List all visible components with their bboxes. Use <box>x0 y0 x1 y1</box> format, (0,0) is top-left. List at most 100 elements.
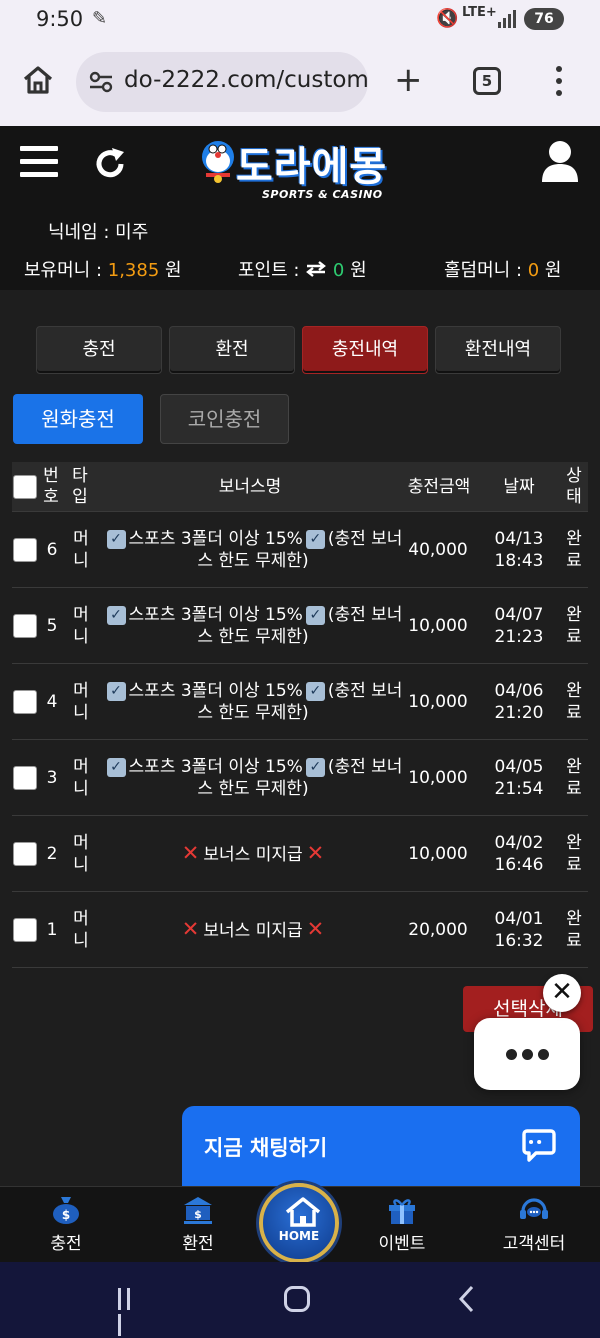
close-icon[interactable]: ✕ <box>543 974 581 1012</box>
site-logo[interactable]: 도라에몽 SPORTS & CASINO <box>196 134 406 204</box>
cross-mark-emoji: ✕ <box>181 841 200 865</box>
nav-withdraw-label: 환전 <box>182 1234 214 1254</box>
brand-name: 도라에몽 <box>236 144 388 190</box>
address-bar[interactable]: do-2222.com/custom <box>76 52 368 112</box>
row-date: 04/05 21:54 <box>478 740 560 816</box>
swap-arrows-icon[interactable] <box>305 261 327 277</box>
check-box-emoji: ✓ <box>305 529 325 549</box>
row-bonus: ✓ 스포츠 3폴더 이상 15% ✓ (충전 보너스 한도 무제한) <box>98 588 408 664</box>
row-no: 4 <box>46 692 58 712</box>
row-status: 완료 <box>566 757 582 799</box>
row-bonus: ✕ 보너스 미지급 ✕ <box>98 816 408 892</box>
row-status: 완료 <box>566 909 582 951</box>
row-no: 6 <box>46 540 58 560</box>
row-bonus: ✓ 스포츠 3폴더 이상 15% ✓ (충전 보너스 한도 무제한) <box>98 740 408 816</box>
notification-icon: ✎ <box>92 8 108 29</box>
subtab-coin-deposit[interactable]: 코인충전 <box>160 394 289 444</box>
nav-support-label: 고객센터 <box>502 1234 566 1254</box>
row-checkbox[interactable] <box>13 918 37 942</box>
table-row[interactable]: 1 머니 ✕ 보너스 미지급 ✕ 20,000 04/01 16:32 완료 <box>12 892 588 968</box>
nav-home[interactable]: HOME <box>259 1183 339 1263</box>
nav-deposit[interactable]: $ 충전 <box>16 1195 116 1254</box>
row-checkbox[interactable] <box>13 614 37 638</box>
row-date: 04/06 21:20 <box>478 664 560 740</box>
svg-text:$: $ <box>194 1208 202 1221</box>
row-checkbox-cell <box>12 588 38 664</box>
tab-deposit-history[interactable]: 충전내역 <box>302 326 428 374</box>
hamburger-menu-icon[interactable] <box>20 146 58 180</box>
check-box-emoji: ✓ <box>106 757 126 777</box>
tune-icon[interactable] <box>88 69 114 95</box>
row-date-day: 04/05 <box>494 757 544 777</box>
tab-deposit[interactable]: 충전 <box>36 326 162 374</box>
back-icon[interactable] <box>456 1284 476 1314</box>
select-all-checkbox[interactable] <box>13 475 37 499</box>
row-amount: 10,000 <box>408 844 468 864</box>
home-icon[interactable] <box>22 64 54 96</box>
more-vert-icon[interactable] <box>556 66 564 100</box>
tab-withdraw-history[interactable]: 환전내역 <box>435 326 561 374</box>
bonus-name-part: 스포츠 3폴더 이상 15% <box>128 681 303 701</box>
check-box-emoji: ✓ <box>106 681 126 701</box>
tab-withdraw[interactable]: 환전 <box>169 326 295 374</box>
user-icon[interactable] <box>540 140 580 182</box>
nav-withdraw[interactable]: $ 환전 <box>148 1195 248 1254</box>
cross-mark-emoji: ✕ <box>306 841 325 865</box>
table-row[interactable]: 4 머니 ✓ 스포츠 3폴더 이상 15% ✓ (충전 보너스 한도 무제한) 10,000… <box>12 664 588 740</box>
system-home-icon[interactable] <box>284 1286 310 1312</box>
row-checkbox-cell <box>12 664 38 740</box>
check-box-emoji: ✓ <box>106 529 126 549</box>
row-status: 완료 <box>566 605 582 647</box>
recent-apps-icon[interactable] <box>118 1288 142 1336</box>
row-amount: 40,000 <box>408 540 468 560</box>
table-row[interactable]: 3 머니 ✓ 스포츠 3폴더 이상 15% ✓ (충전 보너스 한도 무제한) 10,000… <box>12 740 588 816</box>
select-all-checkbox-cell <box>12 462 38 512</box>
row-status: 완료 <box>566 681 582 723</box>
row-checkbox-cell <box>12 740 38 816</box>
header-date: 날짜 <box>503 476 535 497</box>
row-checkbox[interactable] <box>13 842 37 866</box>
row-no: 3 <box>46 768 58 788</box>
row-no: 5 <box>46 616 58 636</box>
subtab-won-deposit[interactable]: 원화충전 <box>13 394 143 444</box>
nav-event-label: 이벤트 <box>378 1234 426 1254</box>
more-options-fab[interactable] <box>474 1018 580 1090</box>
row-type: 머니 <box>73 757 89 799</box>
table-row[interactable]: 2 머니 ✕ 보너스 미지급 ✕ 10,000 04/02 16:46 완료 <box>12 816 588 892</box>
refresh-icon[interactable] <box>92 146 128 182</box>
network-indicator: LTE+ <box>462 5 497 20</box>
row-date: 04/01 16:32 <box>478 892 560 968</box>
header-no: 번호 <box>43 466 59 507</box>
nav-support[interactable]: 고객센터 <box>484 1195 584 1254</box>
row-checkbox[interactable] <box>13 690 37 714</box>
nav-event[interactable]: 이벤트 <box>352 1195 452 1254</box>
tab-switcher-icon[interactable]: 5 <box>473 67 501 95</box>
chat-now-bar[interactable]: 지금 채팅하기 <box>182 1106 580 1186</box>
history-tabs: 충전 환전 충전내역 환전내역 <box>36 326 566 374</box>
row-no: 2 <box>46 844 58 864</box>
balance-points: 포인트 : 0 원 <box>238 260 367 281</box>
table-row[interactable]: 6 머니 ✓ 스포츠 3폴더 이상 15% ✓ (충전 보너스 한도 무제한) 40,000… <box>12 512 588 588</box>
mascot-icon <box>202 141 234 183</box>
row-status: 완료 <box>566 529 582 571</box>
row-checkbox-cell <box>12 816 38 892</box>
row-type: 머니 <box>73 833 89 875</box>
cross-mark-emoji: ✕ <box>181 917 200 941</box>
battery-indicator: 76 <box>524 8 564 30</box>
plus-icon[interactable]: + <box>394 60 423 100</box>
row-type: 머니 <box>73 681 89 723</box>
row-checkbox[interactable] <box>13 766 37 790</box>
balance-holdem: 홀덤머니 : 0 원 <box>444 260 562 281</box>
row-date-day: 04/13 <box>494 529 544 549</box>
check-box-emoji: ✓ <box>106 605 126 625</box>
row-type: 머니 <box>73 909 89 951</box>
row-bonus: ✕ 보너스 미지급 ✕ <box>98 892 408 968</box>
header-bonus: 보너스명 <box>218 476 282 497</box>
money-bag-icon: $ <box>53 1197 79 1224</box>
chat-bubble-icon <box>522 1129 556 1162</box>
row-checkbox[interactable] <box>13 538 37 562</box>
row-bonus: ✓ 스포츠 3폴더 이상 15% ✓ (충전 보너스 한도 무제한) <box>98 664 408 740</box>
check-box-emoji: ✓ <box>305 757 325 777</box>
table-row[interactable]: 5 머니 ✓ 스포츠 3폴더 이상 15% ✓ (충전 보너스 한도 무제한) 10,000… <box>12 588 588 664</box>
row-date: 04/07 21:23 <box>478 588 560 664</box>
